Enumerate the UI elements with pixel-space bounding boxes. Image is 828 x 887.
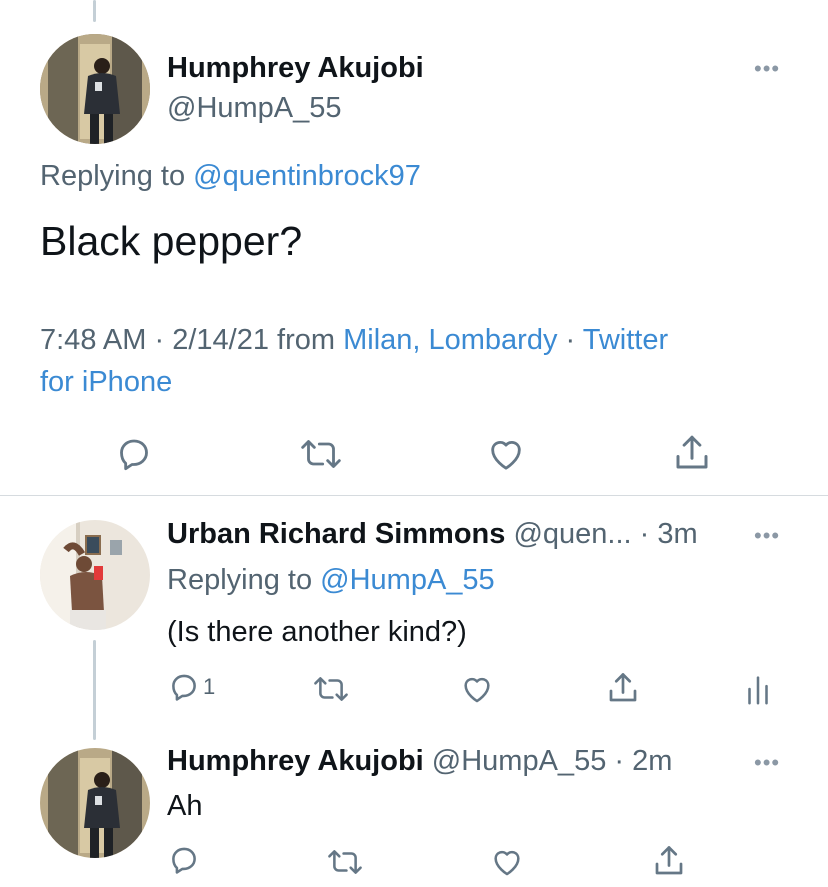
replying-to-line: Replying to @quentinbrock97 xyxy=(40,160,421,193)
reply1-header: Urban Richard Simmons @quen... · 3m xyxy=(167,518,698,551)
meta-separator-2: · xyxy=(565,324,576,356)
reply1-age: 3m xyxy=(657,518,698,550)
reply2-retweet-button[interactable] xyxy=(326,845,364,879)
main-author-name[interactable]: Humphrey Akujobi xyxy=(167,52,424,85)
retweet-icon xyxy=(314,677,348,701)
share-button[interactable] xyxy=(671,432,713,474)
share-icon xyxy=(655,846,683,875)
heart-icon xyxy=(494,850,520,876)
main-tweet-text: Black pepper? xyxy=(40,218,303,264)
tweet-location[interactable]: Milan, Lombardy xyxy=(343,324,557,356)
replying-to-mention[interactable]: @quentinbrock97 xyxy=(193,160,421,192)
avatar-humphrey[interactable] xyxy=(40,34,150,144)
heart-icon xyxy=(491,440,521,470)
more-options-icon[interactable]: ••• xyxy=(754,58,780,80)
reply1-author-handle[interactable]: @quen... xyxy=(513,518,631,550)
section-divider xyxy=(0,495,828,496)
avatar-humphrey-reply[interactable] xyxy=(40,748,150,858)
share-icon xyxy=(609,673,637,702)
reply1-text: (Is there another kind?) xyxy=(167,616,467,648)
replying-to-prefix: Replying to xyxy=(40,160,186,192)
main-author-handle[interactable]: @HumpA_55 xyxy=(167,92,342,125)
reply1-reply-button[interactable]: 1 xyxy=(167,670,215,704)
reply2-like-button[interactable] xyxy=(489,845,525,879)
tweet-date: 2/14/21 xyxy=(172,324,269,356)
reply2-header: Humphrey Akujobi @HumpA_55 · 2m xyxy=(167,745,672,778)
share-icon xyxy=(676,435,708,469)
reply1-share-button[interactable] xyxy=(605,670,641,706)
reply1-analytics-button[interactable] xyxy=(745,672,771,706)
reply-icon xyxy=(172,847,196,874)
tweet-time: 7:48 AM xyxy=(40,324,147,356)
reply1-replying-line: Replying to @HumpA_55 xyxy=(167,564,495,597)
meta-separator: · xyxy=(154,324,165,356)
meta-separator: · xyxy=(606,745,633,777)
analytics-icon xyxy=(748,676,768,705)
avatar-image xyxy=(40,34,150,144)
reply1-retweet-button[interactable] xyxy=(312,672,350,706)
reply1-more-options-icon[interactable]: ••• xyxy=(754,525,780,547)
from-word: from xyxy=(277,324,336,356)
retweet-icon xyxy=(328,850,362,874)
reply2-text: Ah xyxy=(167,790,203,822)
avatar-image xyxy=(40,748,150,858)
reply2-author-name[interactable]: Humphrey Akujobi xyxy=(167,745,424,777)
reply1-author-name[interactable]: Urban Richard Simmons xyxy=(167,518,505,550)
reply-button[interactable] xyxy=(114,434,154,474)
reply2-reply-button[interactable] xyxy=(167,843,201,877)
reply-icon xyxy=(172,674,196,701)
reply1-replying-mention[interactable]: @HumpA_55 xyxy=(320,564,495,596)
thread-line-mid xyxy=(93,640,96,740)
reply2-age: 2m xyxy=(632,745,673,777)
like-button[interactable] xyxy=(485,434,527,474)
reply2-share-button[interactable] xyxy=(651,843,687,879)
retweet-icon xyxy=(301,440,341,468)
reply1-reply-count: 1 xyxy=(203,674,216,699)
avatar-image xyxy=(40,520,150,630)
thread-line-top xyxy=(93,0,96,22)
meta-separator: · xyxy=(631,518,658,550)
reply1-like-button[interactable] xyxy=(459,672,495,706)
retweet-button[interactable] xyxy=(299,434,343,474)
heart-icon xyxy=(464,677,490,703)
tweet-source-part1[interactable]: Twitter xyxy=(583,324,668,356)
tweet-source-part2[interactable]: for iPhone xyxy=(40,366,172,399)
reply2-more-options-icon[interactable]: ••• xyxy=(754,752,780,774)
tweet-meta-line-1: 7:48 AM · 2/14/21 from Milan, Lombardy ·… xyxy=(40,324,668,357)
reply2-author-handle[interactable]: @HumpA_55 xyxy=(432,745,607,777)
reply1-replying-prefix: Replying to xyxy=(167,564,313,596)
reply-icon xyxy=(120,439,148,471)
avatar-urban[interactable] xyxy=(40,520,150,630)
